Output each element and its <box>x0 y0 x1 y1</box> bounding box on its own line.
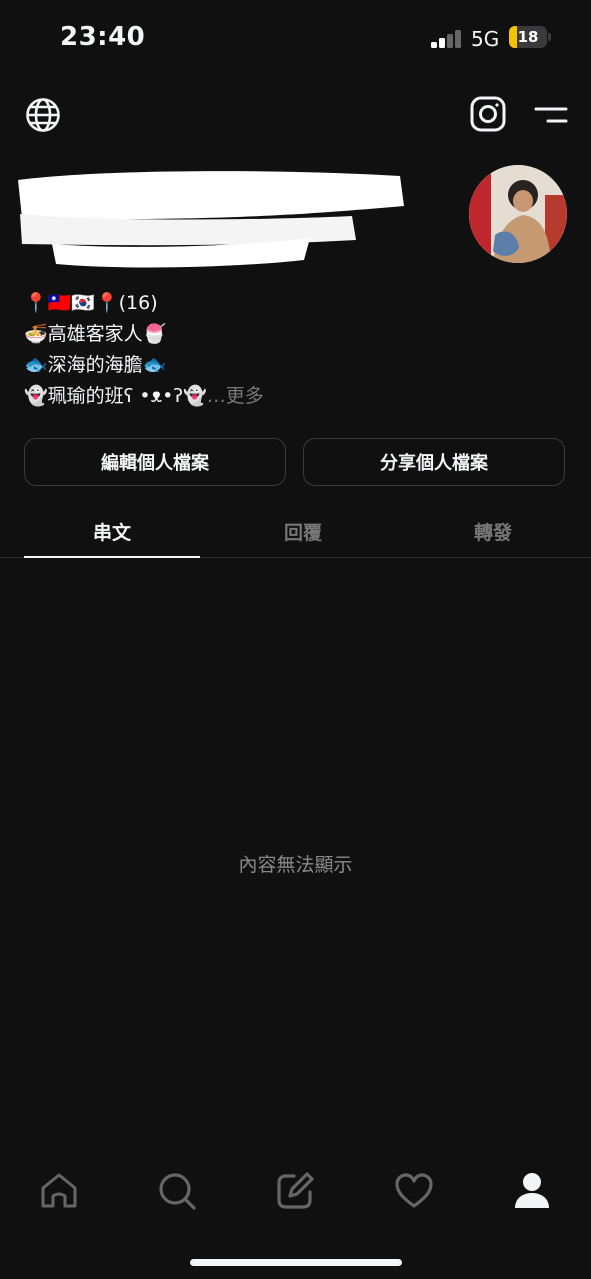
battery-tip <box>548 33 551 41</box>
compose-icon[interactable] <box>274 1170 316 1212</box>
tab-reposts[interactable]: 轉發 <box>398 518 588 545</box>
bio-line: 📍🇹🇼🇰🇷📍(16) <box>24 292 158 314</box>
menu-icon[interactable] <box>534 100 568 130</box>
cellular-signal-icon <box>431 30 463 48</box>
edit-profile-button[interactable]: 編輯個人檔案 <box>24 438 286 486</box>
battery-icon: 18 <box>509 26 547 48</box>
bio-line: 🍜高雄客家人🍧 <box>24 323 167 345</box>
home-icon[interactable] <box>38 1170 80 1212</box>
status-time: 23:40 <box>60 22 146 52</box>
globe-icon[interactable] <box>24 96 62 134</box>
bio-line: 🐟深海的海膽🐟 <box>24 354 167 376</box>
share-profile-button[interactable]: 分享個人檔案 <box>303 438 565 486</box>
avatar[interactable] <box>469 165 567 263</box>
empty-state-message: 內容無法顯示 <box>238 854 353 876</box>
tab-threads[interactable]: 串文 <box>17 518 207 545</box>
heart-icon[interactable] <box>393 1170 435 1212</box>
network-type: 5G <box>471 27 500 51</box>
active-tab-indicator <box>24 556 200 558</box>
home-indicator <box>190 1259 402 1266</box>
battery-level: 18 <box>517 28 539 46</box>
redacted-name <box>12 162 412 274</box>
profile-bio: 📍🇹🇼🇰🇷📍(16) 🍜高雄客家人🍧 🐟深海的海膽🐟 👻珮瑜的班ʕ •ᴥ•ʔ👻…… <box>24 288 264 412</box>
instagram-icon[interactable] <box>470 96 506 132</box>
tab-replies[interactable]: 回覆 <box>208 518 398 545</box>
profile-icon[interactable] <box>511 1170 553 1212</box>
bio-line: 👻珮瑜的班ʕ •ᴥ•ʔ👻 <box>24 385 207 407</box>
search-icon[interactable] <box>156 1170 198 1212</box>
more-link[interactable]: …更多 <box>207 385 264 407</box>
